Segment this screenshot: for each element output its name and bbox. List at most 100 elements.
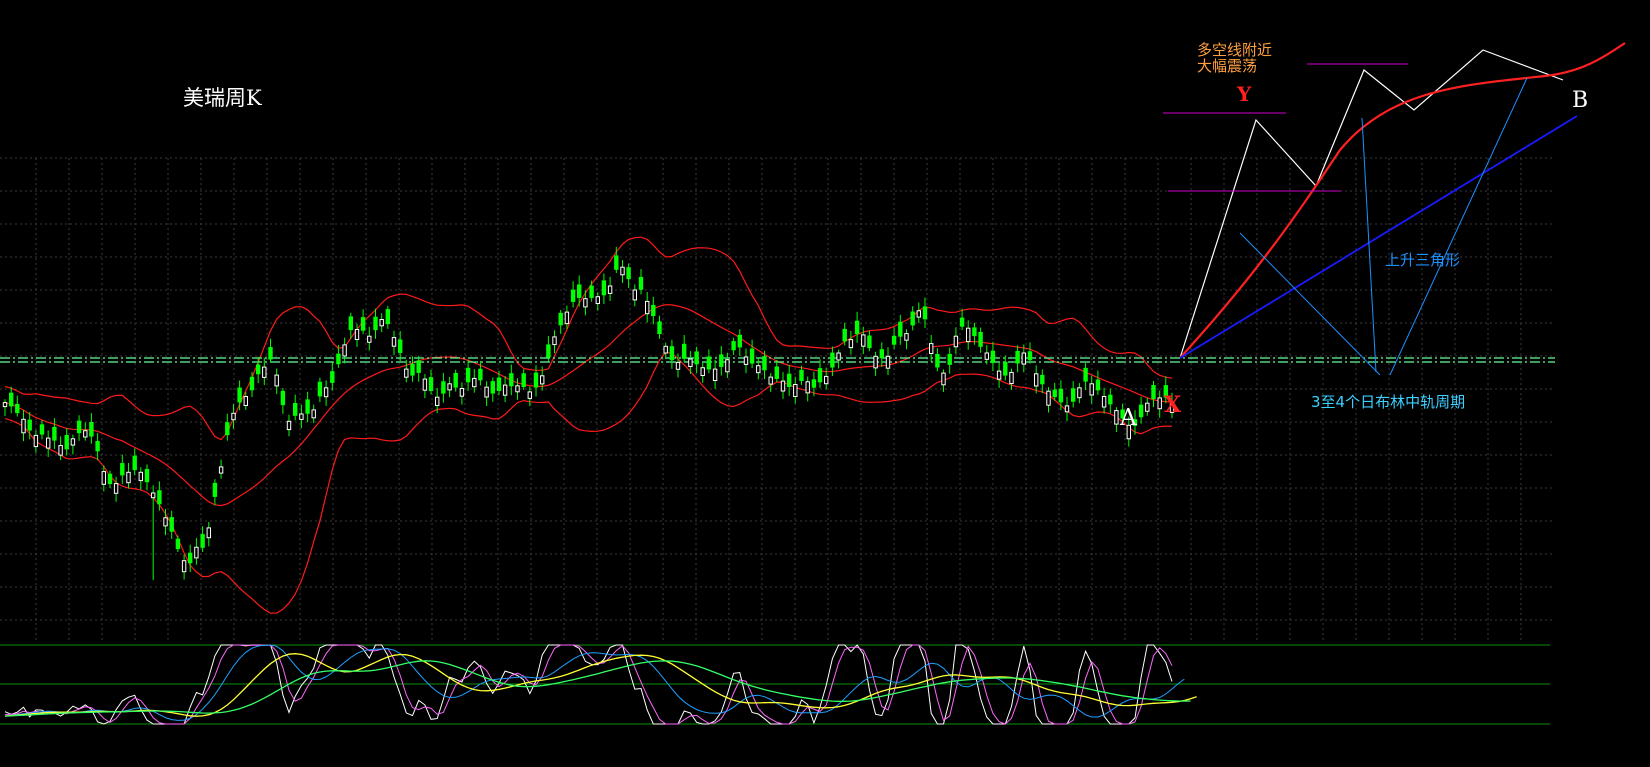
candle-up [756,365,761,374]
candle-down [626,267,631,280]
candle-up [262,366,267,378]
candle-up [286,420,292,431]
candle-up [564,311,570,325]
candle-down [879,349,884,359]
label-b: B [1572,88,1589,113]
candle-up [484,386,489,398]
candle-up [836,352,841,361]
candle-up [218,466,224,474]
candle-down [577,284,582,298]
candle-down [95,441,100,452]
candle-down [1058,388,1064,403]
candle-up [367,335,372,343]
candle-up [1145,402,1150,412]
candle-up [70,438,76,446]
candle-down [27,419,32,431]
candle-up [447,383,452,391]
candle-up [379,319,384,327]
candle-up [725,359,730,373]
candle-up [996,370,1002,380]
candle-down [1015,350,1020,364]
candle-down [935,354,940,368]
candle-down [305,399,310,414]
candle-down [1138,404,1144,418]
candle-up [354,329,360,340]
candle-down [39,424,45,435]
candle-up [391,337,397,347]
candle-up [181,560,187,573]
candle-up [206,527,212,539]
candle-down [1003,361,1008,376]
candle-down [9,392,14,407]
candle-down [978,332,983,347]
candle-up [33,434,39,448]
candle-down [762,356,767,371]
candle-down [237,387,242,403]
candle-up [527,391,532,399]
candle-up [1101,396,1107,408]
candle-down [682,343,687,359]
candle-down [496,377,502,391]
candle-down [428,377,434,392]
candle-down [360,317,366,331]
candle-up [299,413,304,420]
candle-up [1034,373,1039,387]
candle-down [521,373,526,387]
candle-down [336,353,341,365]
candle-up [743,356,749,365]
candle-up [904,333,909,341]
candle-down [922,306,928,320]
candle-down [188,552,193,564]
candle-up [1046,390,1051,406]
candle-down [787,373,792,388]
candle-down [731,341,736,351]
candle-up [552,336,557,346]
candle-down [719,354,724,367]
candle-down [959,317,965,327]
candle-up [540,375,545,385]
candle-up [1157,397,1162,410]
candle-up [712,368,718,382]
candle-down [947,353,952,365]
candle-down [774,366,779,379]
candle-down [509,373,514,387]
candle-up [805,381,810,394]
candle-up [620,266,625,276]
candle-down [601,280,607,296]
candle-up [780,380,786,392]
candle-down [385,309,391,325]
candle-down [373,316,378,331]
candle-up [793,384,798,397]
candle-down [614,255,619,270]
candle-down [280,390,286,406]
candle-down [348,316,354,331]
candle-down [478,368,483,381]
candle-up [953,335,959,348]
candle-up [472,377,477,388]
candle-down [867,335,872,349]
price-chart [0,0,1650,767]
candle-up [515,385,520,393]
candle-up [502,384,508,396]
candle-down [1027,351,1033,361]
candle-down [1083,367,1088,382]
candle-down [589,285,594,298]
oscillation-annotation: 多空线附近 大幅震荡 [1197,42,1272,74]
candle-down [891,335,897,345]
candle-up [848,339,854,349]
candle-down [490,381,496,394]
candle-up [645,300,650,315]
candle-down [120,463,125,476]
candle-down [842,328,847,342]
candle-up [274,374,279,387]
candle-down [1071,388,1076,402]
candle-up [231,412,236,421]
candle-down [972,327,977,337]
candle-down [558,312,563,326]
candle-down [749,348,755,364]
candle-up [83,430,88,438]
candle-down [694,351,699,365]
chart-title: 美瑞周K [183,86,262,110]
candle-down [15,403,20,414]
candle-down [268,347,273,360]
